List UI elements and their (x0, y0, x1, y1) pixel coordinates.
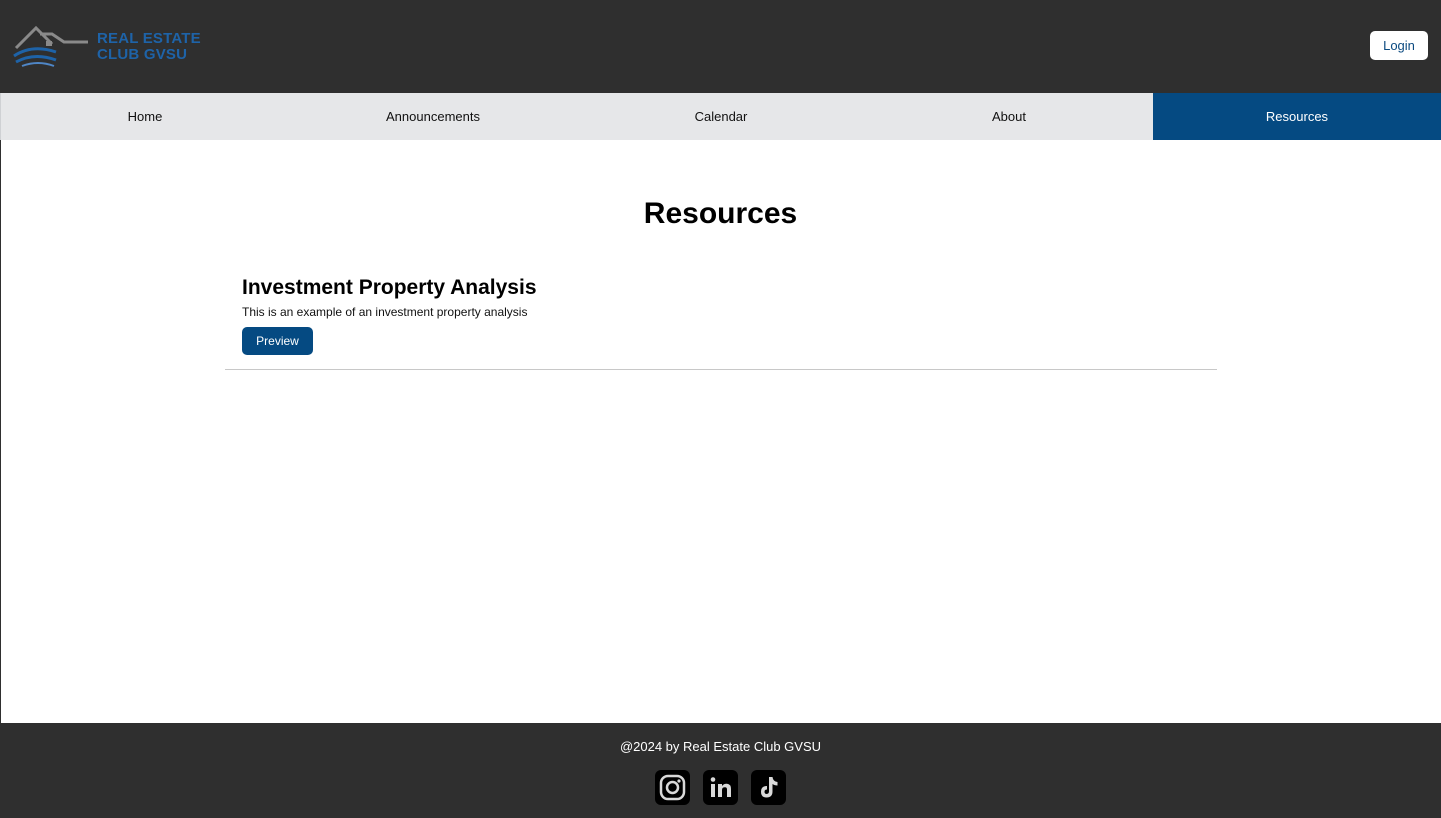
copyright-text: @2024 by Real Estate Club GVSU (619, 739, 822, 754)
nav-item-announcements[interactable]: Announcements (289, 93, 577, 140)
logo-line-1: REAL ESTATE (97, 30, 201, 47)
tiktok-icon[interactable] (751, 770, 786, 805)
logo-text: REAL ESTATE CLUB GVSU (97, 31, 201, 63)
main-nav: Home Announcements Calendar About Resour… (0, 93, 1441, 140)
social-links (655, 770, 786, 805)
resource-card: Investment Property Analysis This is an … (242, 276, 1202, 355)
nav-item-home[interactable]: Home (1, 93, 289, 140)
club-logo[interactable]: REAL ESTATE CLUB GVSU (12, 22, 202, 72)
site-header: REAL ESTATE CLUB GVSU Login (0, 0, 1441, 93)
page-title: Resources (643, 197, 798, 230)
logo-line-2: CLUB GVSU (97, 46, 188, 63)
linkedin-icon[interactable] (703, 770, 738, 805)
instagram-icon[interactable] (655, 770, 690, 805)
resource-title: Investment Property Analysis (242, 276, 537, 299)
nav-item-resources[interactable]: Resources (1153, 93, 1441, 140)
nav-item-about[interactable]: About (865, 93, 1153, 140)
login-button[interactable]: Login (1370, 31, 1428, 60)
nav-item-calendar[interactable]: Calendar (577, 93, 865, 140)
preview-button[interactable]: Preview (242, 327, 313, 355)
resource-divider (225, 369, 1217, 370)
site-footer: @2024 by Real Estate Club GVSU (0, 723, 1441, 818)
house-logo-icon (13, 25, 88, 67)
resource-description: This is an example of an investment prop… (242, 305, 528, 319)
